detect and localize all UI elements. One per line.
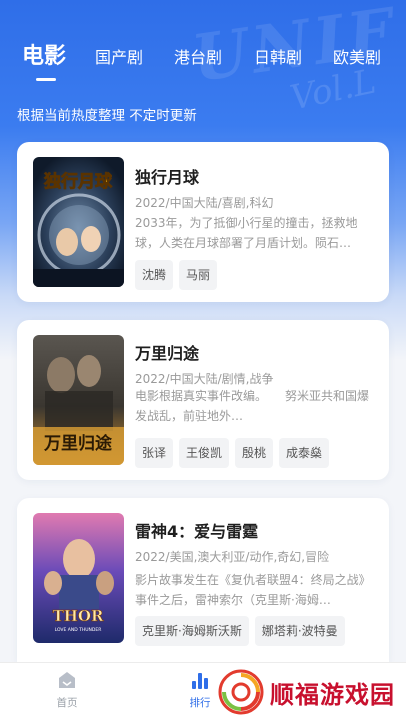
tab-hk-tw-series[interactable]: 港台剧: [174, 44, 222, 68]
movie-poster[interactable]: THOR LOVE AND THUNDER: [33, 513, 124, 643]
tab-domestic-series[interactable]: 国产剧: [95, 44, 143, 68]
tab-jp-kr-series[interactable]: 日韩剧: [254, 44, 302, 68]
movie-card[interactable]: 独行月球 独行月球 2022/中国大陆/喜剧,科幻 2033年，为了抵御小行星的…: [17, 142, 389, 302]
movie-title[interactable]: 万里归途: [135, 340, 199, 364]
actor-tag[interactable]: 马丽: [179, 260, 218, 290]
poster-image-homeward: 万里归途: [33, 335, 124, 465]
actor-list: 克里斯·海姆斯沃斯 娜塔莉·波特曼: [135, 616, 345, 646]
poster-image-lunar: 独行月球: [33, 157, 124, 287]
movie-poster[interactable]: 万里归途: [33, 335, 124, 465]
movie-meta: 2022/中国大陆/剧情,战争: [135, 372, 274, 386]
svg-text:LOVE AND THUNDER: LOVE AND THUNDER: [55, 627, 102, 633]
movie-description: 2033年，为了抵御小行星的撞击，拯救地球，人类在月球部署了月盾计划。陨石…: [135, 216, 358, 250]
tab-western-series[interactable]: 欧美剧: [333, 44, 381, 68]
active-tab-indicator: [36, 78, 56, 81]
watermark-text: 顺福游戏园: [270, 680, 395, 709]
category-tabs: 电影 国产剧 港台剧 日韩剧 欧美剧: [0, 38, 406, 82]
list-subtitle: 根据当前热度整理 不定时更新: [17, 108, 197, 124]
movie-description: 影片故事发生在《复仇者联盟4：终局之战》事件之后，雷神索尔（克里斯·海姆…: [135, 573, 371, 607]
actor-tag[interactable]: 成泰燊: [279, 438, 330, 468]
movie-description: 电影根据真实事件改编。 努米亚共和国爆发战乱，前驻地外…: [135, 389, 370, 423]
movie-card[interactable]: THOR LOVE AND THUNDER 雷神4：爱与雷霆 2022/美国,澳…: [17, 498, 389, 662]
svg-text:万里归途: 万里归途: [43, 433, 113, 454]
actor-list: 沈腾 马丽: [135, 260, 218, 290]
tab-movie[interactable]: 电影: [22, 38, 66, 70]
movie-title[interactable]: 独行月球: [135, 164, 199, 188]
nav-home[interactable]: 首页: [37, 669, 97, 710]
ranking-icon: [192, 673, 208, 689]
actor-tag[interactable]: 张译: [135, 438, 174, 468]
poster-image-thor: THOR LOVE AND THUNDER: [33, 513, 124, 643]
svg-text:THOR: THOR: [53, 607, 104, 625]
movie-title[interactable]: 雷神4：爱与雷霆: [135, 518, 258, 542]
actor-tag[interactable]: 克里斯·海姆斯沃斯: [135, 616, 249, 646]
svg-text:独行月球: 独行月球: [44, 171, 113, 192]
movie-card[interactable]: 万里归途 万里归途 2022/中国大陆/剧情,战争 电影根据真实事件改编。 努米…: [17, 320, 389, 480]
nav-home-label: 首页: [56, 697, 78, 709]
actor-tag[interactable]: 王俊凯: [179, 438, 230, 468]
movie-meta: 2022/中国大陆/喜剧,科幻: [135, 196, 274, 210]
movie-poster[interactable]: 独行月球: [33, 157, 124, 287]
fu-logo-icon: [218, 669, 264, 715]
movie-meta: 2022/美国,澳大利亚/动作,奇幻,冒险: [135, 550, 330, 564]
actor-list: 张译 王俊凯 殷桃 成泰燊: [135, 438, 330, 468]
actor-tag[interactable]: 娜塔莉·波特曼: [254, 616, 345, 646]
home-icon: [59, 672, 75, 688]
actor-tag[interactable]: 殷桃: [235, 438, 274, 468]
site-watermark: 顺福游戏园: [218, 666, 406, 718]
actor-tag[interactable]: 沈腾: [135, 260, 174, 290]
